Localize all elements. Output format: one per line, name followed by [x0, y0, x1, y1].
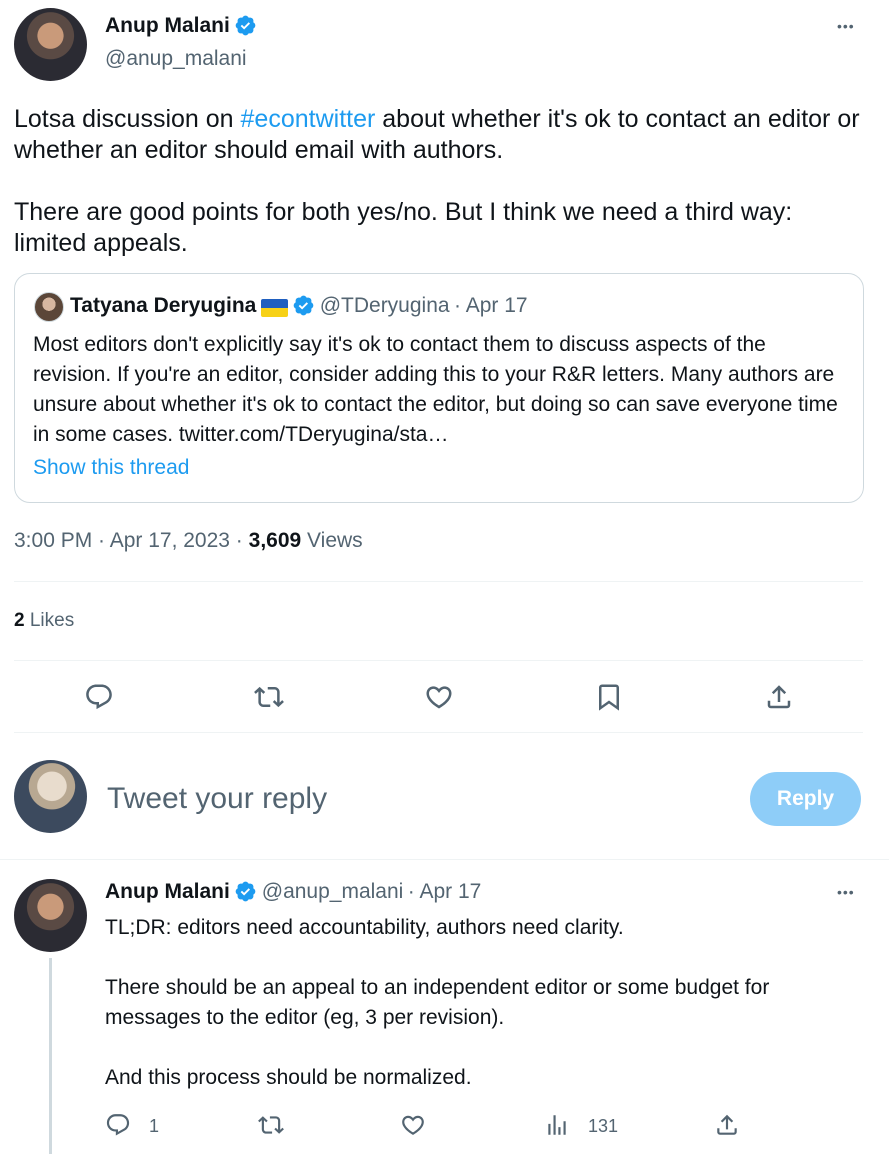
author-name[interactable]: Anup Malani — [105, 14, 230, 37]
quoted-date: · Apr 17 — [454, 294, 528, 318]
reply-header: Anup Malani @anup_malani · Apr 17 — [105, 880, 481, 908]
divider — [14, 732, 863, 733]
tweet-text-para2: There are good points for both yes/no. B… — [14, 198, 793, 257]
reply-icon[interactable] — [105, 1112, 131, 1138]
ukraine-flag-icon — [260, 299, 288, 317]
tweet-text-part1: Lotsa discussion on — [14, 105, 241, 133]
quoted-author-handle: @TDeryugina — [319, 294, 450, 318]
views-label: Views — [301, 529, 363, 552]
bookmark-icon[interactable] — [594, 682, 624, 712]
show-thread-link[interactable]: Show this thread — [33, 456, 189, 480]
reply-icon[interactable] — [84, 682, 114, 712]
quoted-author-avatar — [34, 292, 64, 322]
reply-date[interactable]: · Apr 17 — [408, 880, 482, 903]
like-heart-icon[interactable] — [424, 682, 454, 712]
like-heart-icon[interactable] — [400, 1112, 426, 1138]
more-options-icon[interactable]: ••• — [837, 18, 855, 34]
divider — [14, 581, 863, 582]
verified-badge-icon — [234, 14, 257, 42]
share-icon[interactable] — [764, 682, 794, 712]
reply-text-para1: TL;DR: editors need accountability, auth… — [105, 916, 624, 939]
quoted-author-name: Tatyana Deryugina — [70, 294, 257, 318]
timestamp-row: 3:00 PM · Apr 17, 2023 · 3,609 Views — [14, 529, 363, 553]
reply-count: 1 — [149, 1116, 160, 1136]
author-avatar[interactable] — [14, 8, 87, 81]
retweet-icon[interactable] — [257, 1112, 285, 1138]
views-count: 3,609 — [248, 529, 302, 552]
likes-label: Likes — [24, 610, 75, 631]
thread-line — [49, 958, 52, 1154]
reply-author-avatar[interactable] — [14, 879, 87, 952]
reply-author-name[interactable]: Anup Malani — [105, 880, 230, 903]
retweet-icon[interactable] — [253, 682, 285, 712]
timestamp[interactable]: 3:00 PM · Apr 17, 2023 · — [14, 529, 249, 552]
reply-more-options-icon[interactable]: ••• — [837, 884, 855, 900]
reply-input[interactable]: Tweet your reply — [107, 782, 327, 816]
user-avatar[interactable] — [14, 760, 87, 833]
views-count-reply: 131 — [588, 1116, 619, 1136]
divider — [14, 660, 863, 661]
reply-author-handle[interactable]: @anup_malani — [262, 880, 404, 903]
reply-button[interactable]: Reply — [750, 772, 861, 826]
reply-text-para2: There should be an appeal to an independ… — [105, 976, 770, 1029]
verified-badge-icon — [234, 880, 257, 908]
hashtag-link[interactable]: #econtwitter — [241, 105, 376, 133]
quoted-header: Tatyana Deryugina @TDeryugina · Apr 17 — [70, 294, 528, 322]
views-analytics-icon[interactable] — [544, 1112, 570, 1138]
verified-badge-icon — [292, 294, 315, 322]
tweet-text: Lotsa discussion on #econtwitter about w… — [14, 104, 864, 166]
divider — [0, 859, 889, 860]
author-name-row: Anup Malani — [105, 14, 257, 42]
author-handle[interactable]: @anup_malani — [105, 47, 247, 71]
share-icon[interactable] — [714, 1112, 740, 1138]
likes-row[interactable]: 2 Likes — [14, 610, 74, 632]
quoted-tweet-text: Most editors don't explicitly say it's o… — [33, 333, 838, 446]
likes-count: 2 — [14, 610, 25, 631]
reply-text-para3: And this process should be normalized. — [105, 1066, 472, 1089]
